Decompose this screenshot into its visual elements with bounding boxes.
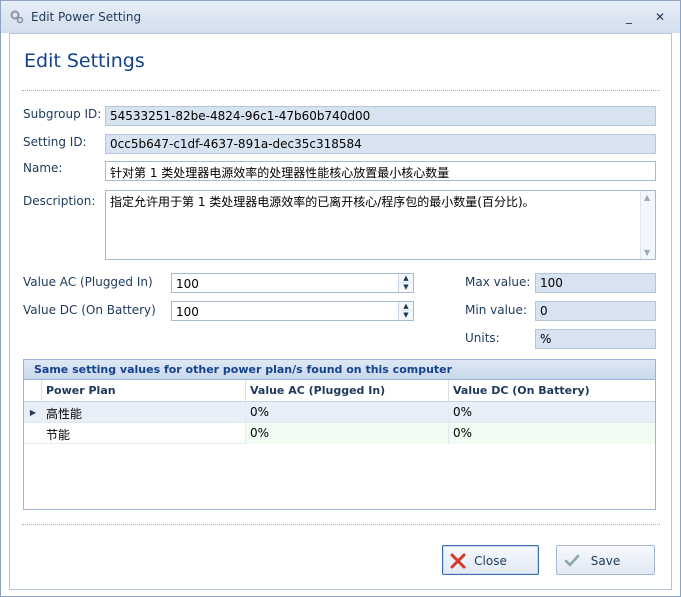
setting-id-field[interactable]: 0cc5b647-c1df-4637-891a-dec35c318584 [105, 134, 656, 154]
edit-power-setting-window: Edit Power Setting _ ✕ Edit Settings Sub… [0, 0, 681, 597]
column-header-value-dc[interactable]: Value DC (On Battery) [449, 380, 655, 402]
value-dc-cell[interactable]: 0% [449, 402, 655, 423]
column-header-power-plan[interactable]: Power Plan [42, 380, 246, 402]
grid-caption: Same setting values for other power plan… [24, 360, 655, 380]
save-button-label: Save [590, 554, 621, 568]
value-ac-up-arrow-icon[interactable]: ▲ [399, 274, 413, 283]
value-ac-label: Value AC (Plugged In) [23, 275, 153, 289]
name-label: Name: [23, 161, 63, 175]
power-plan-grid: Same setting values for other power plan… [23, 359, 656, 510]
table-row[interactable]: ▶ 高性能 0% 0% [24, 402, 655, 423]
description-field[interactable]: 指定允许用于第 1 类处理器电源效率的已离开核心/程序包的最小数量(百分比)。 … [105, 190, 656, 260]
subgroup-id-label: Subgroup ID: [23, 107, 102, 121]
value-dc-down-arrow-icon[interactable]: ▼ [399, 311, 413, 320]
minimize-button[interactable]: _ [621, 10, 637, 24]
content-panel: Edit Settings Subgroup ID: 54533251-82be… [9, 33, 672, 590]
close-window-button[interactable]: ✕ [652, 10, 668, 24]
description-label: Description: [23, 194, 96, 208]
power-plan-cell[interactable]: 节能 [42, 423, 246, 444]
name-field[interactable]: 针对第 1 类处理器电源效率的处理器性能核心放置最小核心数量 [105, 161, 656, 181]
value-dc-up-arrow-icon[interactable]: ▲ [399, 302, 413, 311]
min-value-label: Min value: [465, 303, 527, 317]
value-dc-label: Value DC (On Battery) [23, 303, 156, 317]
column-header-value-ac[interactable]: Value AC (Plugged In) [246, 380, 449, 402]
gears-icon [10, 10, 24, 24]
row-indicator-header [24, 380, 42, 402]
setting-id-label: Setting ID: [23, 135, 87, 149]
scroll-down-icon[interactable]: ▼ [644, 248, 650, 257]
close-button-label: Close [474, 554, 507, 568]
save-button[interactable]: Save [556, 545, 655, 575]
description-text: 指定允许用于第 1 类处理器电源效率的已离开核心/程序包的最小数量(百分比)。 [110, 195, 535, 209]
row-indicator-icon: ▶ [29, 408, 37, 417]
subgroup-id-field[interactable]: 54533251-82be-4824-96c1-47b60b740d00 [105, 106, 656, 126]
units-field[interactable]: % [535, 329, 656, 349]
value-ac-down-arrow-icon[interactable]: ▼ [399, 283, 413, 292]
value-dc-value: 100 [176, 305, 199, 319]
divider [22, 524, 660, 525]
min-value-field[interactable]: 0 [535, 301, 656, 321]
divider [22, 90, 660, 91]
scroll-up-icon[interactable]: ▲ [644, 193, 650, 202]
row-indicator-spacer [24, 423, 42, 444]
description-scrollbar[interactable]: ▲ ▼ [640, 191, 655, 259]
power-plan-cell[interactable]: 高性能 [42, 402, 246, 423]
value-dc-spinner[interactable]: 100 ▲ ▼ [171, 301, 414, 321]
max-value-label: Max value: [465, 275, 531, 289]
value-ac-cell[interactable]: 0% [246, 402, 449, 423]
value-ac-spinner[interactable]: 100 ▲ ▼ [171, 273, 414, 293]
page-title: Edit Settings [24, 50, 145, 72]
units-label: Units: [465, 331, 500, 345]
table-row[interactable]: 节能 0% 0% [24, 423, 655, 444]
max-value-field[interactable]: 100 [535, 273, 656, 293]
value-ac-cell[interactable]: 0% [246, 423, 449, 444]
value-dc-cell[interactable]: 0% [449, 423, 655, 444]
value-ac-value: 100 [176, 277, 199, 291]
title-bar: Edit Power Setting _ ✕ [1, 1, 680, 33]
window-title: Edit Power Setting [31, 10, 142, 24]
grid-header: Power Plan Value AC (Plugged In) Value D… [24, 380, 655, 402]
close-button[interactable]: Close [442, 545, 539, 575]
